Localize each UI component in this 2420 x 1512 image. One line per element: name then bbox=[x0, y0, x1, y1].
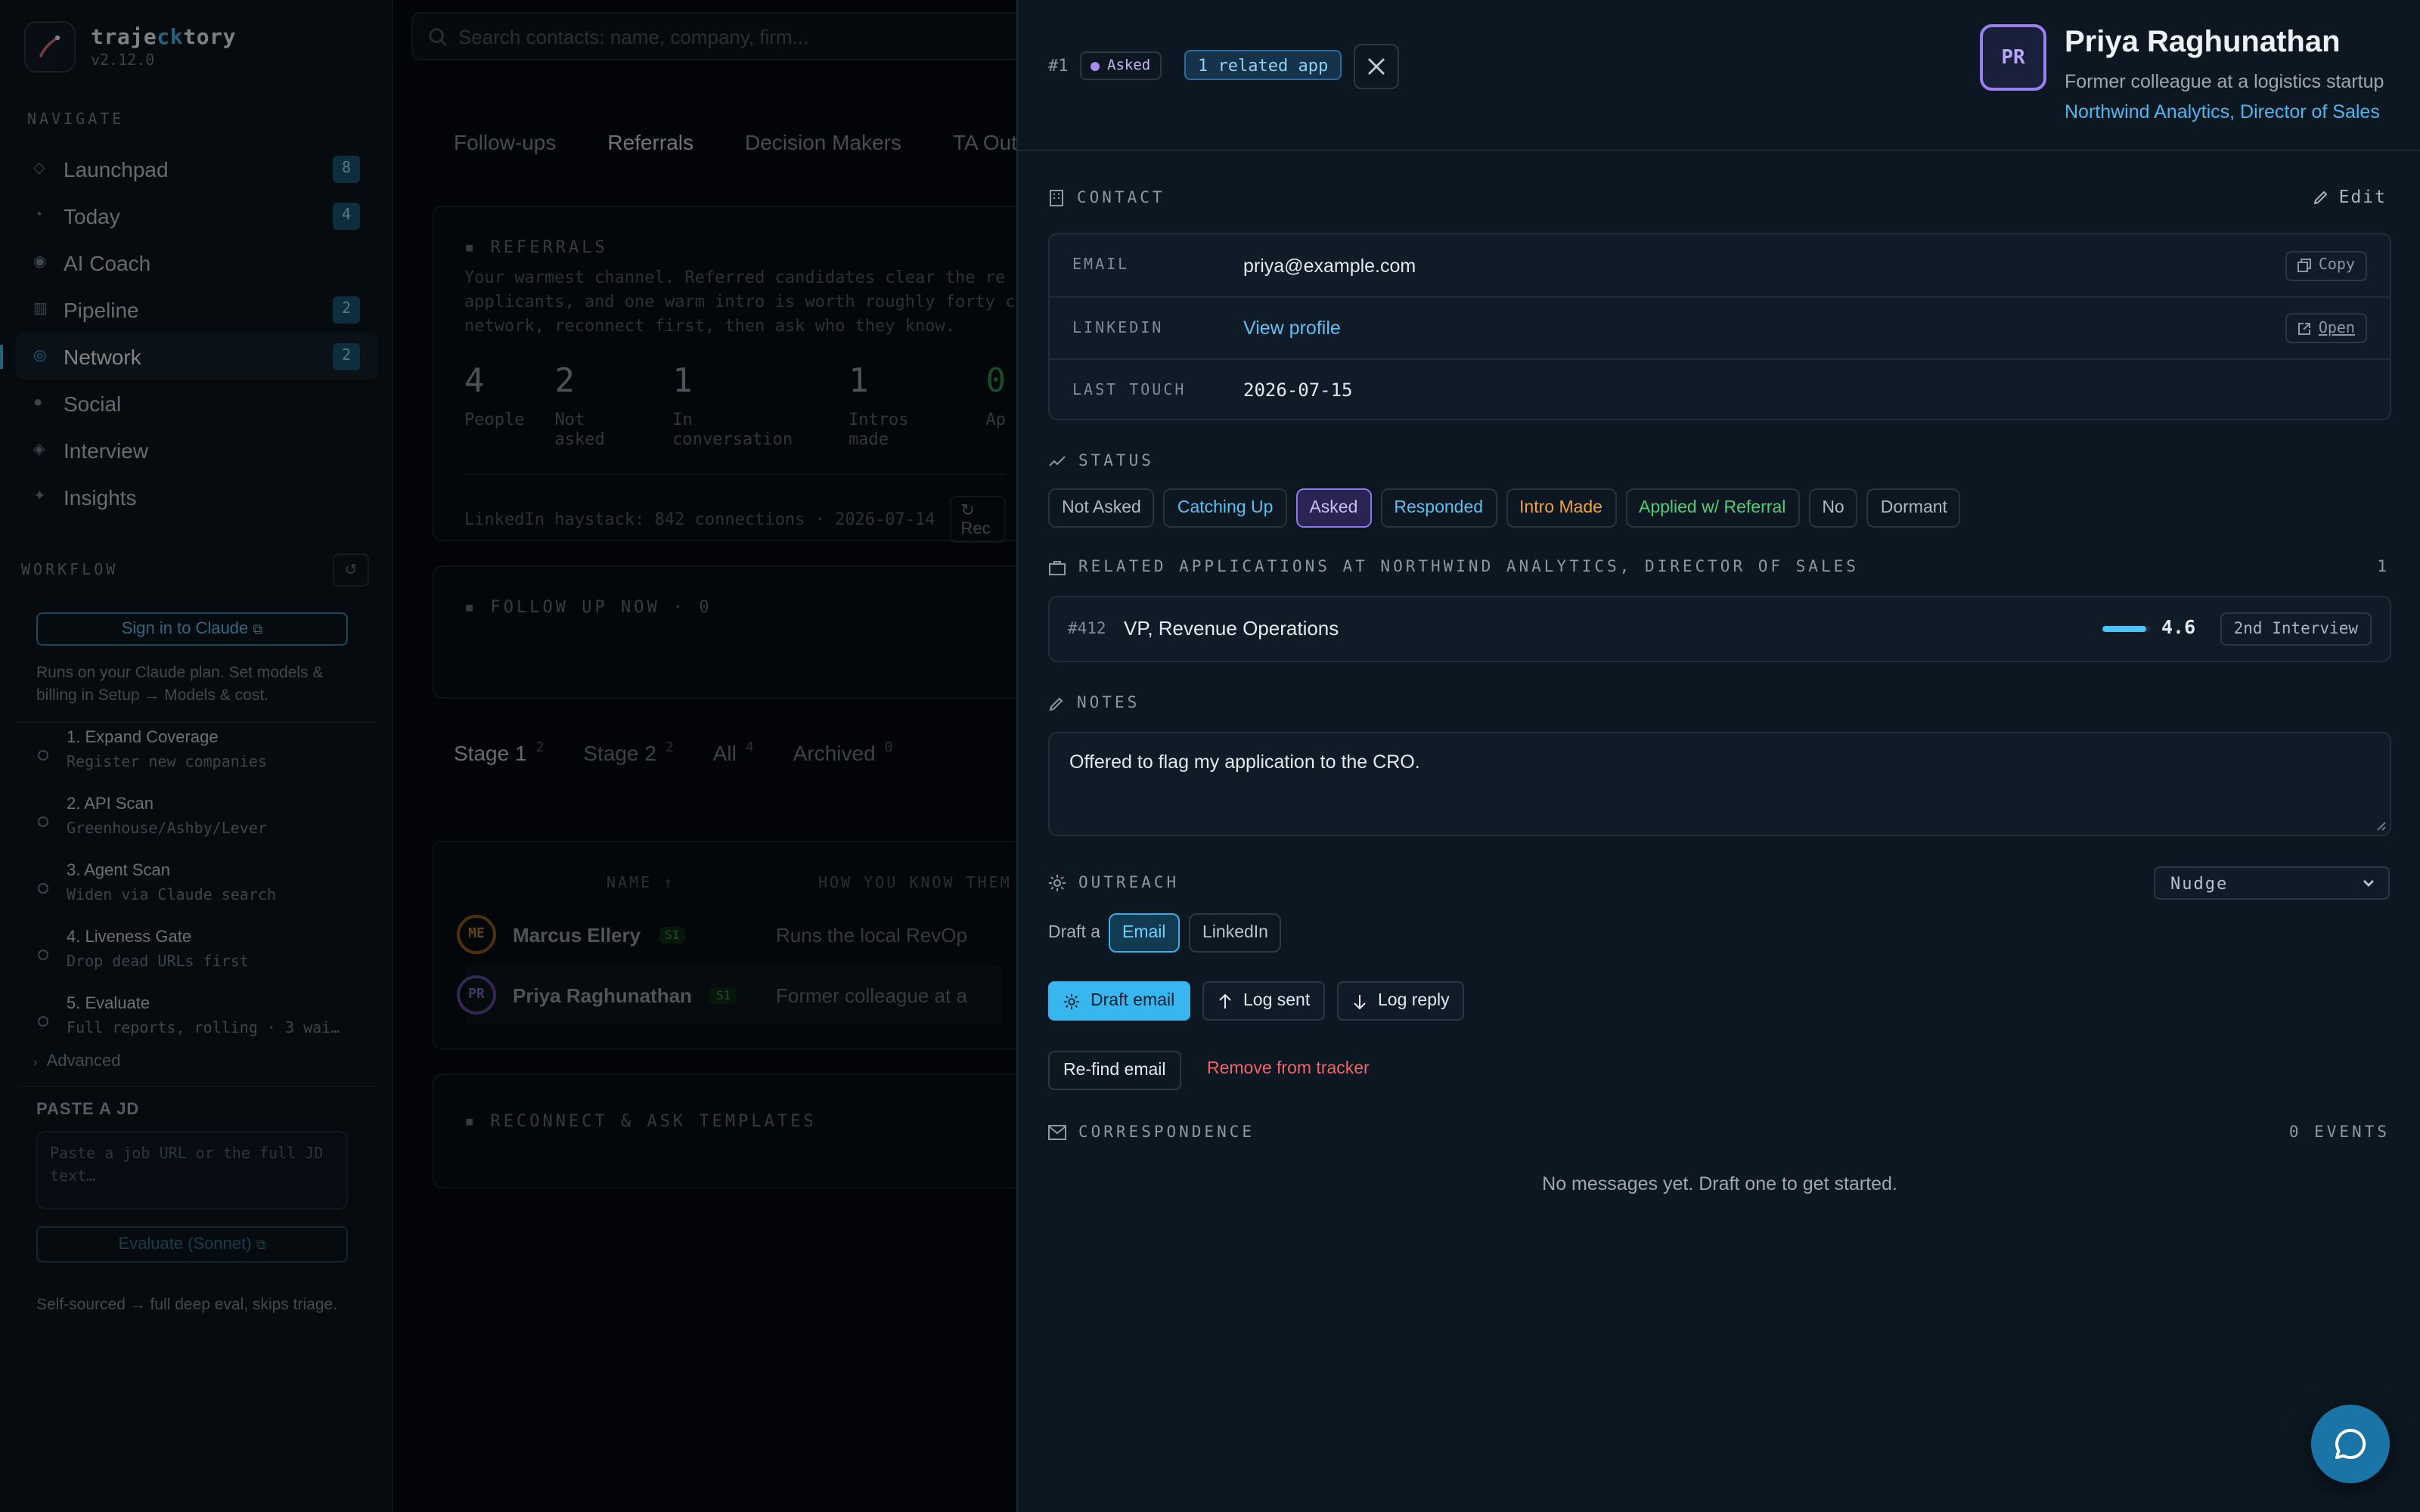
status-section-title: STATUS bbox=[1048, 452, 1154, 470]
contact-section-title: CONTACT bbox=[1048, 189, 1165, 207]
status-option-responded[interactable]: Responded bbox=[1380, 488, 1497, 528]
open-linkedin-button[interactable]: Open bbox=[2285, 313, 2367, 343]
field-label: LINKEDIN bbox=[1072, 320, 1164, 336]
status-option-asked[interactable]: Asked bbox=[1295, 488, 1372, 528]
email-value: priya@example.com bbox=[1243, 255, 1416, 276]
sparkle-icon bbox=[1049, 875, 1066, 891]
pencil-icon bbox=[2314, 190, 2328, 204]
notes-textarea[interactable]: Offered to flag my application to the CR… bbox=[1048, 732, 2391, 836]
fit-score: 4.6 bbox=[2161, 615, 2196, 638]
edit-contact-button[interactable]: Edit bbox=[2313, 186, 2387, 207]
building-icon bbox=[1050, 190, 1063, 206]
linkedin-link[interactable]: View profile bbox=[1243, 318, 1341, 339]
close-icon bbox=[1368, 58, 1385, 75]
app-stage-badge: 2nd Interview bbox=[2220, 612, 2372, 646]
status-option-no[interactable]: No bbox=[1808, 488, 1858, 528]
related-app-row[interactable]: #412 VP, Revenue Operations 4.6 2nd Inte… bbox=[1048, 596, 2391, 662]
trend-icon bbox=[1049, 456, 1066, 466]
last-touch-row: LAST TOUCH 2026-07-15 bbox=[1050, 358, 2390, 420]
contact-drawer: #1 Asked 1 related app PR Priya Raghunat… bbox=[1016, 0, 2420, 1512]
draft-a-label: Draft a bbox=[1048, 924, 1101, 942]
status-dot-icon bbox=[1091, 61, 1100, 70]
arrow-down-icon bbox=[1354, 994, 1366, 1009]
channel-email-toggle[interactable]: Email bbox=[1109, 913, 1180, 953]
empty-correspondence-message: No messages yet. Draft one to get starte… bbox=[1542, 1173, 1897, 1194]
related-apps-badge[interactable]: 1 related app bbox=[1184, 50, 1342, 80]
sparkle-icon bbox=[1063, 993, 1080, 1009]
last-touch-value: 2026-07-15 bbox=[1243, 380, 1353, 401]
status-option-not-asked[interactable]: Not Asked bbox=[1048, 488, 1155, 528]
refind-email-button[interactable]: Re-find email bbox=[1048, 1051, 1181, 1090]
status-option-catching-up[interactable]: Catching Up bbox=[1163, 488, 1287, 528]
resize-handle-icon[interactable] bbox=[2375, 820, 2387, 832]
status-badge: Asked bbox=[1080, 51, 1162, 80]
field-label: LAST TOUCH bbox=[1072, 382, 1187, 398]
status-options: Not Asked Catching Up Asked Responded In… bbox=[1048, 488, 1961, 528]
status-option-dormant[interactable]: Dormant bbox=[1866, 488, 1961, 528]
notes-section-title: NOTES bbox=[1048, 694, 1140, 712]
outreach-section-title: OUTREACH bbox=[1048, 874, 1179, 892]
contact-id: #1 bbox=[1048, 56, 1069, 76]
log-sent-button[interactable]: Log sent bbox=[1202, 981, 1326, 1021]
log-reply-button[interactable]: Log reply bbox=[1337, 981, 1465, 1021]
app-id: #412 bbox=[1068, 620, 1106, 638]
arrow-up-icon bbox=[1219, 993, 1231, 1008]
contact-card: EMAIL priya@example.com Copy LINKEDIN Vi… bbox=[1048, 233, 2391, 420]
channel-linkedin-toggle[interactable]: LinkedIn bbox=[1189, 913, 1282, 953]
fit-score-bar bbox=[2102, 626, 2151, 632]
field-label: EMAIL bbox=[1072, 257, 1130, 274]
company-link[interactable]: Northwind Analytics, Director of Sales bbox=[2065, 101, 2380, 122]
mail-icon bbox=[1048, 1125, 1066, 1140]
email-row: EMAIL priya@example.com Copy bbox=[1050, 234, 2390, 296]
close-button[interactable] bbox=[1354, 44, 1399, 89]
status-option-applied-referral[interactable]: Applied w/ Referral bbox=[1625, 488, 1800, 528]
pencil-icon bbox=[1049, 696, 1063, 711]
contact-subtitle: Former colleague at a logistics startup bbox=[2065, 71, 2384, 92]
contact-name: Priya Raghunathan bbox=[2065, 26, 2341, 59]
chat-bubble-icon bbox=[2335, 1428, 2366, 1459]
chat-button[interactable] bbox=[2311, 1405, 2390, 1483]
avatar: PR bbox=[1980, 24, 2046, 91]
correspondence-section-title: CORRESPONDENCE bbox=[1048, 1123, 1255, 1142]
outreach-mode-value: Nudge bbox=[2170, 873, 2229, 893]
status-option-intro-made[interactable]: Intro Made bbox=[1506, 488, 1616, 528]
chevron-down-icon bbox=[2363, 880, 2374, 887]
briefcase-icon bbox=[1049, 560, 1066, 575]
copy-icon bbox=[2297, 259, 2311, 272]
events-count: 0 EVENTS bbox=[2288, 1123, 2390, 1142]
remove-from-tracker-button[interactable]: Remove from tracker bbox=[1207, 1060, 1370, 1078]
linkedin-row: LINKEDIN View profile Open bbox=[1050, 296, 2390, 358]
copy-email-button[interactable]: Copy bbox=[2285, 250, 2367, 280]
related-apps-section-title: RELATED APPLICATIONS AT NORTHWIND ANALYT… bbox=[1048, 558, 1859, 576]
notes-text: Offered to flag my application to the CR… bbox=[1069, 751, 1420, 773]
related-apps-count: 1 bbox=[2377, 558, 2390, 576]
outreach-mode-select[interactable]: Nudge bbox=[2154, 866, 2390, 900]
app-title: VP, Revenue Operations bbox=[1124, 617, 1339, 640]
drawer-header: #1 Asked 1 related app PR Priya Raghunat… bbox=[1018, 0, 2420, 151]
draft-email-button[interactable]: Draft email bbox=[1048, 981, 1190, 1021]
external-link-icon bbox=[2297, 322, 2310, 334]
